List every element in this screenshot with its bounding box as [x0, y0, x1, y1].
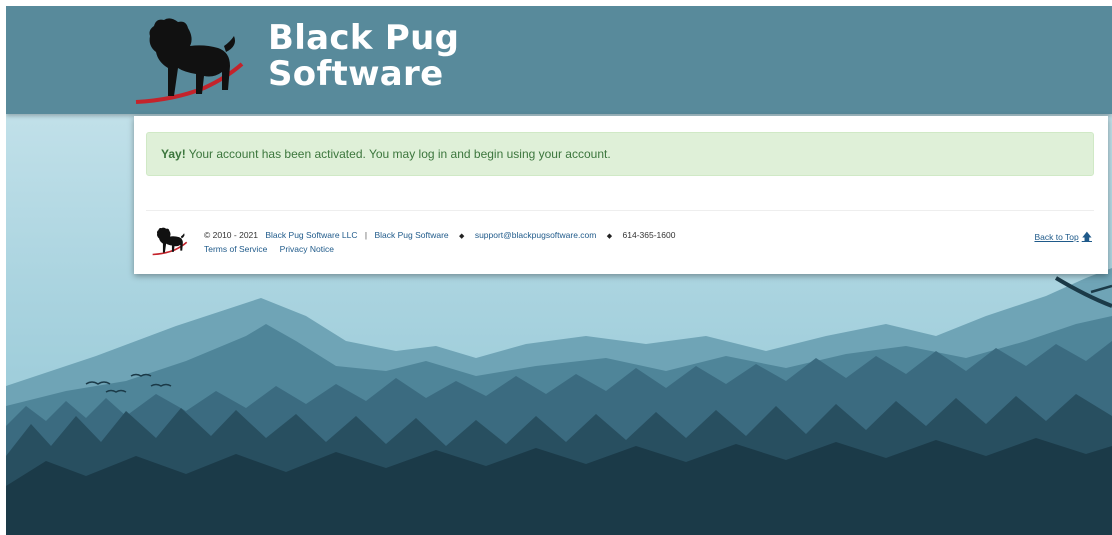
diamond-separator-icon: ◆	[606, 233, 613, 240]
arrow-up-icon: 🡅	[1081, 232, 1092, 243]
footer-pug-logo-icon	[152, 227, 188, 256]
site-header: Black Pug Software	[6, 6, 1112, 114]
support-email-link[interactable]: support@blackpugsoftware.com	[475, 230, 597, 240]
copyright-text: © 2010 - 2021	[204, 230, 258, 240]
content-card: Yay! Your account has been activated. Yo…	[134, 116, 1108, 274]
footer-legal-line: Terms of Service Privacy Notice	[204, 244, 334, 254]
company-link[interactable]: Black Pug Software LLC	[265, 230, 357, 240]
back-to-top-link[interactable]: Back to Top 🡅	[1034, 230, 1092, 247]
footer-separator: |	[364, 230, 368, 240]
back-to-top-label: Back to Top	[1034, 232, 1079, 242]
terms-of-service-link[interactable]: Terms of Service	[204, 244, 267, 254]
privacy-notice-link[interactable]: Privacy Notice	[280, 244, 334, 254]
brand-title[interactable]: Black Pug Software	[268, 20, 459, 92]
success-alert: Yay! Your account has been activated. Yo…	[146, 132, 1094, 176]
pug-logo-icon[interactable]	[134, 12, 246, 108]
alert-strong-text: Yay!	[161, 147, 186, 161]
phone-number: 614-365-1600	[622, 230, 676, 240]
footer-divider	[146, 210, 1094, 211]
diamond-separator-icon: ◆	[459, 233, 465, 240]
brand-link[interactable]: Black Pug Software	[374, 230, 448, 240]
brand-line-2: Software	[268, 54, 444, 94]
alert-message: Your account has been activated. You may…	[185, 147, 611, 161]
brand-line-1: Black Pug	[268, 18, 460, 58]
page-frame: Black Pug Software Yay! Your account has…	[6, 6, 1112, 535]
footer-contact-line: © 2010 - 2021 Black Pug Software LLC | B…	[204, 230, 675, 240]
